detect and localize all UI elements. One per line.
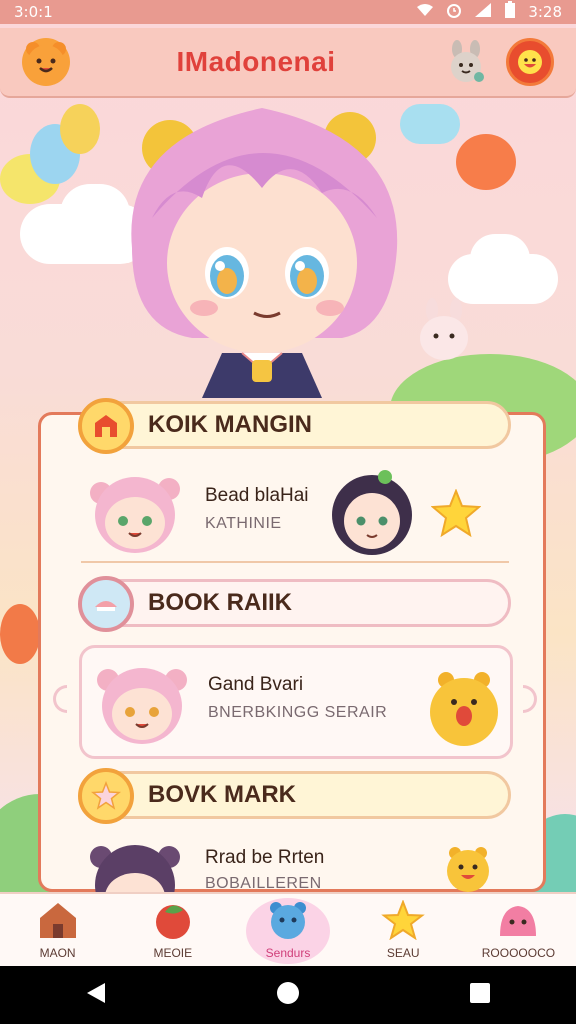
pink-bear-girl-avatar bbox=[94, 656, 190, 752]
signal-icon bbox=[474, 2, 492, 22]
card-title: Rrad be Rrten bbox=[205, 847, 325, 868]
nav-label: ROOOOOCO bbox=[481, 946, 556, 960]
yellow-bear-mascot bbox=[426, 668, 502, 748]
recents-icon[interactable] bbox=[469, 982, 491, 1008]
hero-character-illustration bbox=[112, 98, 412, 398]
smile-badge-icon[interactable] bbox=[505, 38, 554, 86]
nav-seau[interactable]: SEAU bbox=[346, 894, 461, 966]
app-title: IMadonenai bbox=[176, 46, 336, 77]
bunny-avatar-icon[interactable] bbox=[442, 38, 490, 86]
section-header[interactable]: BOOK RAIIK bbox=[78, 576, 511, 632]
nav-label: SEAU bbox=[386, 946, 420, 960]
scroll-left-handle[interactable] bbox=[53, 685, 67, 713]
back-icon[interactable] bbox=[85, 981, 107, 1009]
house-icon bbox=[36, 900, 80, 944]
slime-icon bbox=[496, 900, 540, 944]
star-badge-icon bbox=[78, 768, 134, 824]
nav-label: Sendurs bbox=[265, 946, 311, 960]
status-time-right: 3:28 bbox=[528, 3, 562, 21]
bunny-mascot-illustration bbox=[414, 296, 474, 366]
nav-roooooco[interactable]: ROOOOOCO bbox=[461, 894, 576, 966]
card-subtitle: KATHINIE bbox=[205, 515, 282, 532]
section-title: KOIK MANGIN bbox=[148, 411, 312, 438]
divider bbox=[81, 561, 509, 563]
card-subtitle: BOBAILLEREN bbox=[205, 875, 322, 892]
yellow-bear-icon bbox=[443, 843, 493, 893]
shop-icon bbox=[78, 398, 134, 454]
nav-home[interactable]: MAON bbox=[0, 894, 115, 966]
content-panel: KOIK MANGIN Bead blaHai KATHINIE BOOK RA… bbox=[38, 398, 546, 893]
system-navigation-bar bbox=[0, 966, 576, 1024]
list-item[interactable]: Gand Bvari BNERBKINGG SERAIR bbox=[79, 645, 513, 759]
section-header[interactable]: KOIK MANGIN bbox=[78, 398, 511, 454]
nav-movie[interactable]: MEOIE bbox=[115, 894, 230, 966]
home-icon[interactable] bbox=[276, 981, 300, 1009]
card-title: Bead blaHai bbox=[205, 485, 309, 506]
wifi-icon bbox=[416, 3, 434, 21]
nav-sendurs[interactable]: Sendurs bbox=[230, 894, 345, 966]
nav-label: MEOIE bbox=[153, 946, 193, 960]
list-item[interactable]: Bead blaHai KATHINIE bbox=[79, 459, 511, 559]
status-time-left: 3:0:1 bbox=[14, 3, 53, 21]
section-title: BOOK RAIIK bbox=[148, 589, 292, 616]
pink-girl-avatar bbox=[87, 467, 183, 557]
card-subtitle: BNERBKINGG SERAIR bbox=[208, 704, 388, 721]
scroll-right-handle[interactable] bbox=[523, 685, 537, 713]
battery-icon bbox=[504, 1, 516, 23]
alarm-icon bbox=[446, 2, 462, 22]
book-icon bbox=[78, 576, 134, 632]
card-title: Gand Bvari bbox=[208, 674, 304, 695]
status-bar: 3:0:1 3:28 bbox=[0, 0, 576, 24]
bear-logo-icon[interactable] bbox=[22, 38, 70, 86]
apple-icon bbox=[151, 900, 195, 944]
nav-label: MAON bbox=[39, 946, 76, 960]
dark-hair-girl-avatar bbox=[329, 469, 415, 557]
section-header[interactable]: BOVK MARK bbox=[78, 768, 511, 824]
purple-hair-girl-avatar bbox=[87, 835, 183, 893]
app-header: IMadonenai bbox=[0, 28, 576, 98]
list-item[interactable]: Rrad be Rrten BOBAILLEREN bbox=[79, 831, 511, 893]
star-icon bbox=[381, 899, 426, 944]
bear-icon bbox=[266, 900, 310, 944]
section-title: BOVK MARK bbox=[148, 781, 296, 808]
bottom-navigation: MAON MEOIE Sendurs SEAU ROOOOOCO bbox=[0, 892, 576, 966]
star-icon bbox=[430, 488, 482, 538]
